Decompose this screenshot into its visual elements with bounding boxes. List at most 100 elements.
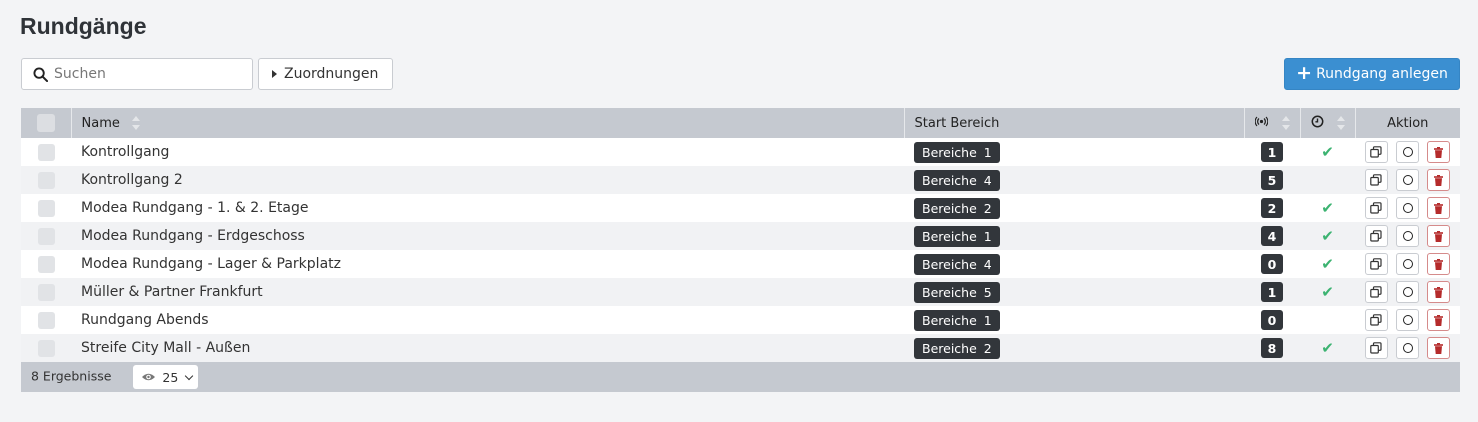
areas-badge[interactable]: Bereiche 2 [914,337,1000,359]
copy-button[interactable] [1364,337,1388,359]
areas-badge[interactable]: Bereiche 5 [914,281,1000,303]
toggle-button[interactable] [1396,309,1419,331]
delete-button[interactable] [1427,225,1451,247]
row-checkbox[interactable] [37,199,55,217]
toggle-button[interactable] [1396,197,1419,219]
column-header-time[interactable] [1300,108,1356,138]
table-row[interactable]: Modea Rundgang - Erdgeschoss Bereiche 1 … [21,222,1460,250]
caret-right-icon [272,70,277,78]
table-row[interactable]: Streife City Mall - Außen Bereiche 2 8 ✔ [21,334,1460,362]
trash-icon [1434,146,1444,158]
row-checkbox[interactable] [37,283,55,301]
results-count: 8 Ergebnisse [31,368,112,384]
row-time-cell [1300,306,1355,334]
areas-badge[interactable]: Bereiche 1 [914,309,1000,331]
trash-icon [1434,258,1444,270]
row-select-cell[interactable] [21,306,71,334]
delete-button[interactable] [1427,253,1451,275]
trash-icon [1434,286,1444,298]
toggle-button[interactable] [1396,141,1419,163]
sort-icon[interactable] [1336,116,1345,130]
toggle-button[interactable] [1396,337,1419,359]
table-row[interactable]: Modea Rundgang - Lager & Parkplatz Berei… [21,250,1460,278]
copy-button[interactable] [1364,309,1388,331]
trash-icon [1434,174,1444,186]
row-select-cell[interactable] [21,250,71,278]
row-select-cell[interactable] [21,222,71,250]
row-name[interactable]: Rundgang Abends [71,306,904,334]
trash-icon [1434,230,1444,242]
row-name[interactable]: Modea Rundgang - 1. & 2. Etage [71,194,904,222]
delete-button[interactable] [1427,281,1451,303]
copy-icon [1370,314,1382,326]
row-checkbox[interactable] [37,171,55,189]
row-count-cell: 2 [1244,194,1300,222]
delete-button[interactable] [1427,169,1451,191]
page-size-select[interactable]: 25 [133,365,199,389]
delete-button[interactable] [1427,337,1451,359]
toggle-button[interactable] [1396,253,1419,275]
delete-button[interactable] [1427,309,1451,331]
trash-icon [1434,314,1444,326]
row-name[interactable]: Kontrollgang 2 [71,166,904,194]
areas-badge[interactable]: Bereiche 1 [914,225,1000,247]
copy-button[interactable] [1364,169,1388,191]
header-select-all[interactable] [21,108,72,138]
row-name[interactable]: Streife City Mall - Außen [71,334,904,362]
row-select-cell[interactable] [21,278,71,306]
row-select-cell[interactable] [21,166,71,194]
copy-button[interactable] [1364,197,1388,219]
areas-badge[interactable]: Bereiche 4 [914,169,1000,191]
column-header-sensor[interactable] [1244,108,1301,138]
copy-button[interactable] [1364,281,1388,303]
row-start-area: Bereiche 1 [904,222,1244,250]
sort-icon[interactable] [1281,116,1290,130]
table-row[interactable]: Kontrollgang 2 Bereiche 4 5 [21,166,1460,194]
row-name[interactable]: Modea Rundgang - Erdgeschoss [71,222,904,250]
row-checkbox[interactable] [37,339,55,357]
column-header-start: Start Bereich [904,108,1245,138]
row-start-area: Bereiche 4 [904,166,1244,194]
areas-badge[interactable]: Bereiche 2 [914,197,1000,219]
check-icon: ✔ [1321,199,1334,217]
row-select-cell[interactable] [21,138,71,166]
areas-badge[interactable]: Bereiche 4 [914,253,1000,275]
copy-button[interactable] [1364,141,1388,163]
copy-button[interactable] [1364,253,1388,275]
row-checkbox[interactable] [37,143,55,161]
toggle-button[interactable] [1396,169,1419,191]
search-input[interactable] [54,66,234,82]
row-checkbox[interactable] [37,255,55,273]
table-row[interactable]: Kontrollgang Bereiche 1 1 ✔ [21,138,1460,166]
delete-button[interactable] [1427,141,1451,163]
toggle-button[interactable] [1396,225,1419,247]
row-checkbox[interactable] [37,227,55,245]
table-row[interactable]: Rundgang Abends Bereiche 1 0 [21,306,1460,334]
rounds-table: Name Start Bereich Aktion Kontrollgang B… [21,108,1460,394]
copy-icon [1370,258,1382,270]
sort-icon[interactable] [131,116,140,130]
column-header-name[interactable]: Name [71,108,905,138]
row-start-area: Bereiche 1 [904,138,1244,166]
row-time-cell [1300,166,1355,194]
row-name[interactable]: Modea Rundgang - Lager & Parkplatz [71,250,904,278]
row-select-cell[interactable] [21,194,71,222]
copy-button[interactable] [1364,225,1388,247]
table-row[interactable]: Modea Rundgang - 1. & 2. Etage Bereiche … [21,194,1460,222]
circle-icon [1402,315,1413,325]
row-checkbox[interactable] [37,311,55,329]
select-all-checkbox[interactable] [36,114,55,132]
row-name[interactable]: Kontrollgang [71,138,904,166]
add-round-button[interactable]: + Rundgang anlegen [1284,58,1460,90]
circle-icon [1402,343,1413,353]
table-row[interactable]: Müller & Partner Frankfurt Bereiche 5 1 … [21,278,1460,306]
row-name[interactable]: Müller & Partner Frankfurt [71,278,904,306]
row-time-cell: ✔ [1300,278,1355,306]
assignments-button[interactable]: Zuordnungen [258,58,393,90]
toggle-button[interactable] [1396,281,1419,303]
areas-badge[interactable]: Bereiche 1 [914,141,1000,163]
delete-button[interactable] [1427,197,1451,219]
copy-icon [1370,174,1382,186]
row-select-cell[interactable] [21,334,71,362]
search-box[interactable] [21,58,253,90]
